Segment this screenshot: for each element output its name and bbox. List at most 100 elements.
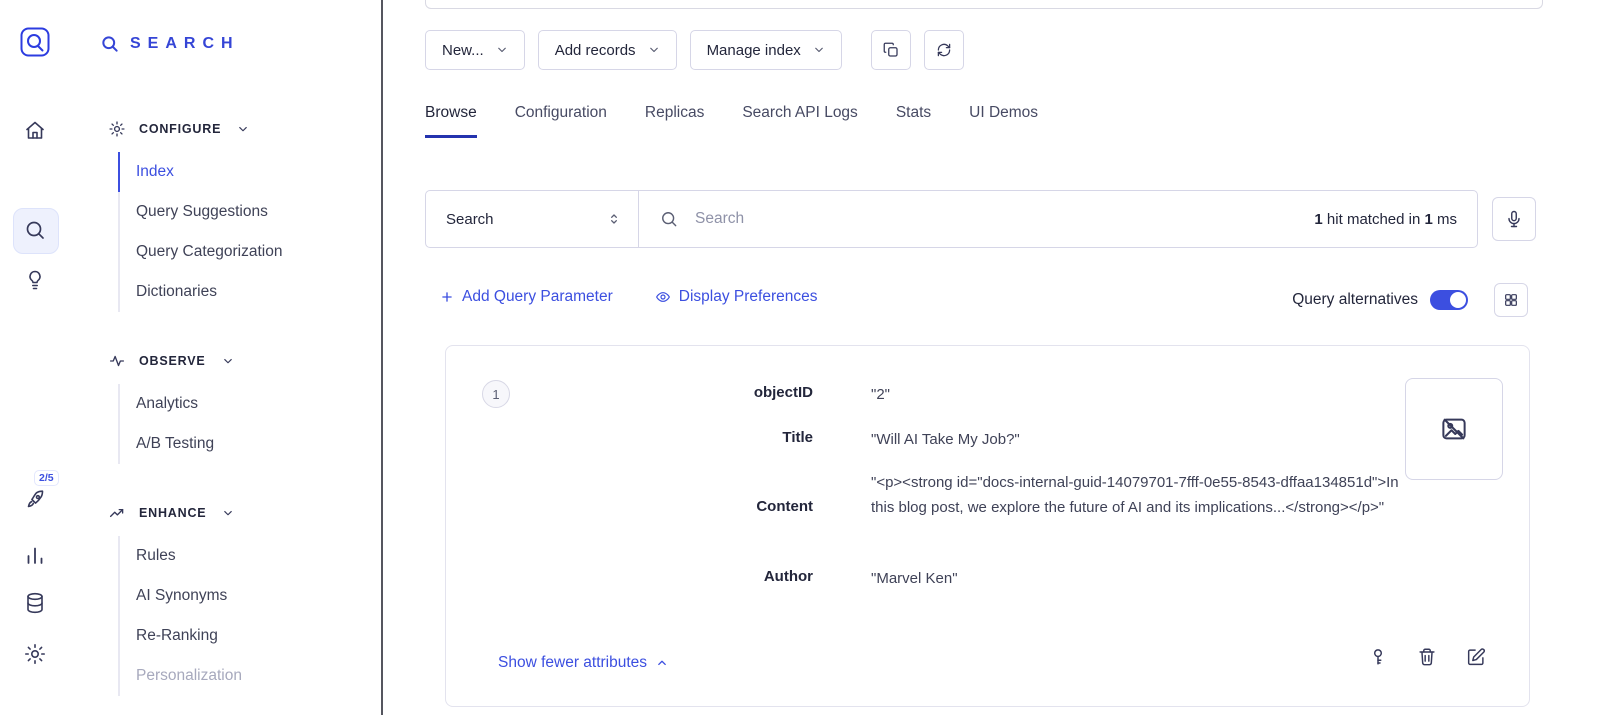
sidebar-item-query-categorization[interactable]: Query Categorization: [118, 232, 381, 272]
sidebar-group-configure: CONFIGURE Index Query Suggestions Query …: [70, 120, 381, 312]
attribute-name: Title: [483, 427, 813, 449]
sidebar-group-enhance: ENHANCE Rules AI Synonyms Re-Ranking Per…: [70, 504, 381, 696]
search-bar: Search 1 hit matched in 1 ms: [425, 190, 1478, 248]
recommend-nav[interactable]: [23, 268, 47, 292]
tab-configuration[interactable]: Configuration: [515, 104, 607, 138]
add-records-button[interactable]: Add records: [538, 30, 677, 70]
attribute-name: Content: [483, 496, 813, 518]
sidebar-item-analytics[interactable]: Analytics: [118, 384, 381, 424]
index-toolbar: New... Add records Manage index: [425, 30, 964, 70]
sidebar-item-ab-testing[interactable]: A/B Testing: [118, 424, 381, 464]
query-controls: Add Query Parameter Display Preferences: [440, 288, 817, 306]
show-fewer-label: Show fewer attributes: [498, 654, 647, 672]
chevron-down-icon: [496, 44, 508, 56]
copy-icon: [882, 41, 900, 59]
image-placeholder: [1405, 378, 1503, 480]
trash-icon: [1416, 646, 1438, 668]
image-off-icon: [1439, 414, 1469, 444]
sort-arrows-icon: [606, 211, 622, 227]
settings-nav[interactable]: [23, 642, 47, 666]
sidebar-section-configure[interactable]: CONFIGURE: [70, 120, 381, 138]
search-icon: [23, 218, 47, 242]
search-input[interactable]: [693, 209, 1300, 229]
delete-record-button[interactable]: [1416, 646, 1438, 668]
sidebar-item-query-suggestions[interactable]: Query Suggestions: [118, 192, 381, 232]
search-input-area: 1 hit matched in 1 ms: [639, 191, 1477, 247]
sidebar-items-observe: Analytics A/B Testing: [118, 384, 381, 464]
sidebar-section-enhance[interactable]: ENHANCE: [70, 504, 381, 522]
add-query-parameter-link[interactable]: Add Query Parameter: [440, 288, 613, 306]
sidebar-item-re-ranking[interactable]: Re-Ranking: [118, 616, 381, 656]
database-icon: [23, 591, 47, 615]
grid-view-button[interactable]: [1494, 283, 1528, 317]
new-button-label: New...: [442, 42, 484, 59]
usage-badge: 2/5: [35, 471, 58, 485]
sidebar-items-configure: Index Query Suggestions Query Categoriza…: [118, 152, 381, 312]
show-fewer-attributes-link[interactable]: Show fewer attributes: [498, 654, 669, 672]
api-key-button[interactable]: [1367, 646, 1389, 668]
tab-ui-demos[interactable]: UI Demos: [969, 104, 1038, 138]
refresh-icon: [935, 41, 953, 59]
sidebar-item-rules[interactable]: Rules: [118, 536, 381, 576]
attribute-value: "<p><strong id="docs-internal-guid-14079…: [871, 470, 1399, 520]
attribute-name: Author: [483, 566, 813, 588]
edit-record-button[interactable]: [1465, 646, 1487, 668]
gear-icon: [23, 642, 47, 666]
index-selector-peek[interactable]: [425, 0, 1543, 9]
attribute-name: objectID: [483, 382, 813, 404]
sidebar-item-personalization[interactable]: Personalization: [118, 656, 381, 696]
home-nav[interactable]: [23, 118, 47, 142]
hits-time: 1: [1424, 211, 1432, 228]
hits-time-unit: ms: [1433, 211, 1457, 228]
tab-search-api-logs[interactable]: Search API Logs: [742, 104, 857, 138]
display-preferences-link[interactable]: Display Preferences: [655, 288, 818, 306]
hits-status: 1 hit matched in 1 ms: [1314, 211, 1457, 228]
chevron-down-icon: [221, 354, 235, 368]
hit-actions: [1367, 646, 1487, 668]
grid-icon: [1503, 292, 1519, 308]
tab-replicas[interactable]: Replicas: [645, 104, 704, 138]
query-alternatives-label: Query alternatives: [1292, 291, 1418, 309]
search-product-label: SEARCH: [130, 35, 240, 53]
algolia-logo[interactable]: [19, 26, 51, 58]
search-nav[interactable]: [23, 218, 47, 242]
attribute-value: "2": [871, 382, 1399, 407]
search-mode-select[interactable]: Search: [426, 191, 639, 247]
add-records-label: Add records: [555, 42, 636, 59]
data-nav[interactable]: [23, 591, 47, 615]
onboarding-nav[interactable]: [23, 488, 47, 512]
new-button[interactable]: New...: [425, 30, 525, 70]
sidebar-group-observe: OBSERVE Analytics A/B Testing: [70, 352, 381, 464]
edit-icon: [1465, 646, 1487, 668]
tab-browse[interactable]: Browse: [425, 104, 477, 138]
manage-index-label: Manage index: [707, 42, 801, 59]
voice-search-button[interactable]: [1492, 197, 1536, 241]
app-rail: 2/5: [0, 0, 71, 715]
plus-icon: [440, 290, 454, 304]
chevron-down-icon: [813, 44, 825, 56]
chevron-down-icon: [221, 506, 235, 520]
attribute-value: "Marvel Ken": [871, 566, 1399, 591]
sidebar-item-index[interactable]: Index: [118, 152, 381, 192]
sidebar-section-observe[interactable]: OBSERVE: [70, 352, 381, 370]
sidebar-section-label: CONFIGURE: [139, 121, 221, 138]
sidebar-item-dictionaries[interactable]: Dictionaries: [118, 272, 381, 312]
hit-card: 1 objectID "2" Title "Will AI Take My Jo…: [445, 345, 1530, 707]
microphone-icon: [1504, 209, 1524, 229]
lightbulb-icon: [23, 268, 47, 292]
analytics-nav[interactable]: [23, 543, 47, 567]
activity-icon: [108, 352, 126, 370]
bar-chart-icon: [23, 543, 47, 567]
query-alternatives-toggle[interactable]: [1430, 290, 1468, 310]
trending-up-icon: [108, 504, 126, 522]
refresh-button[interactable]: [924, 30, 964, 70]
eye-icon: [655, 289, 671, 305]
duplicate-index-button[interactable]: [871, 30, 911, 70]
rocket-icon: [23, 488, 47, 512]
sidebar-items-enhance: Rules AI Synonyms Re-Ranking Personaliza…: [118, 536, 381, 696]
sidebar-section-label: ENHANCE: [139, 505, 206, 522]
sidebar-item-ai-synonyms[interactable]: AI Synonyms: [118, 576, 381, 616]
manage-index-button[interactable]: Manage index: [690, 30, 842, 70]
index-tabs: Browse Configuration Replicas Search API…: [425, 104, 1038, 138]
tab-stats[interactable]: Stats: [896, 104, 931, 138]
